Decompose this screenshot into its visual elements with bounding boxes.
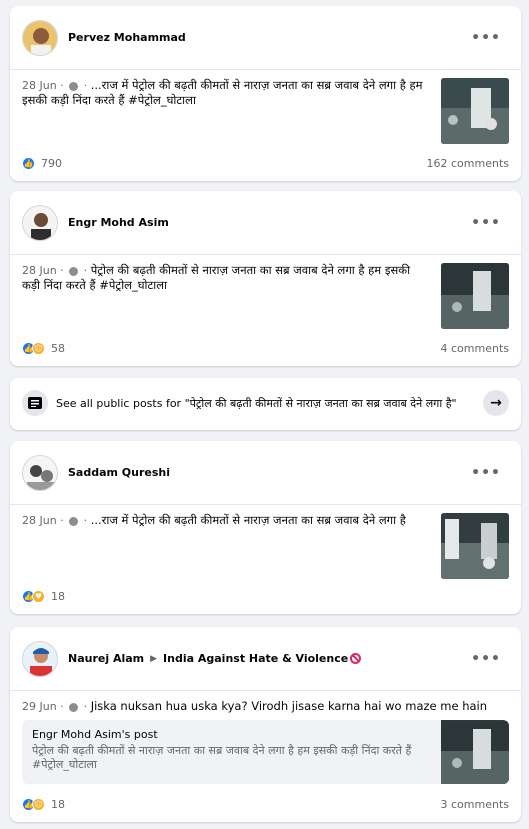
- post-footer: 👍 790 162 comments: [22, 155, 509, 171]
- shared-post[interactable]: Engr Mohd Asim's post पेट्रोल की बढ़ती क…: [22, 720, 509, 784]
- author-name[interactable]: Pervez Mohammad: [68, 31, 186, 44]
- more-options-icon[interactable]: •••: [471, 30, 501, 46]
- author-name[interactable]: Engr Mohd Asim: [68, 216, 169, 229]
- globe-icon: [69, 516, 79, 526]
- video-thumbnail[interactable]: [441, 720, 509, 784]
- reaction-icons[interactable]: 👍 ♥: [22, 589, 45, 603]
- like-reaction-icon: 👍: [22, 156, 35, 170]
- see-all-card[interactable]: See all public posts for "पेट्रोल की बढ़…: [10, 378, 521, 430]
- post-date[interactable]: 28 Jun: [22, 79, 57, 92]
- video-thumbnail[interactable]: [441, 78, 509, 144]
- prohibited-icon: [350, 653, 362, 664]
- shared-post-title[interactable]: Engr Mohd Asim's post: [32, 728, 429, 741]
- post-header: Pervez Mohammad •••: [10, 6, 521, 70]
- see-all-text[interactable]: See all public posts for "पेट्रोल की बढ़…: [56, 396, 457, 411]
- reaction-icons[interactable]: 👍: [22, 156, 35, 170]
- post-card: Pervez Mohammad ••• 28 Jun · · ...राज मे…: [10, 6, 521, 181]
- avatar[interactable]: [22, 454, 58, 491]
- see-all-row[interactable]: See all public posts for "पेट्रोल की बढ़…: [10, 378, 521, 428]
- post-meta: 28 Jun · · पेट्रोल की बढ़ती कीमतों से ना…: [22, 263, 411, 292]
- post-header: Naurej Alam ▶ India Against Hate & Viole…: [10, 627, 521, 691]
- group-name[interactable]: India Against Hate & Violence: [163, 652, 348, 665]
- sad-reaction-icon: ☹: [32, 341, 45, 355]
- reaction-count[interactable]: 18: [51, 798, 65, 811]
- comment-count[interactable]: 162 comments: [427, 157, 509, 170]
- post-text: पेट्रोल की बढ़ती कीमतों से नाराज़ जनता क…: [22, 263, 411, 292]
- avatar[interactable]: [22, 640, 58, 677]
- reaction-count[interactable]: 18: [51, 590, 65, 603]
- post-meta: 28 Jun · · ...राज में पेट्रोल की बढ़ती क…: [22, 78, 423, 107]
- globe-icon: [69, 266, 79, 276]
- post-footer: 👍 ☹ 58 4 comments: [22, 340, 509, 356]
- video-thumbnail[interactable]: [441, 513, 509, 579]
- globe-icon: [69, 702, 79, 712]
- more-options-icon[interactable]: •••: [471, 465, 501, 481]
- post-body: 29 Jun · · Jiska nuksan hua uska kya? Vi…: [10, 691, 521, 784]
- reaction-icons[interactable]: 👍 ☹: [22, 797, 45, 811]
- post-card: Naurej Alam ▶ India Against Hate & Viole…: [10, 627, 521, 822]
- post-meta: 29 Jun · · Jiska nuksan hua uska kya? Vi…: [22, 699, 488, 713]
- post-footer: 👍 ♥ 18: [22, 588, 509, 604]
- shared-post-text: पेट्रोल की बढ़ती कीमतों से नाराज़ जनता क…: [32, 744, 412, 771]
- post-meta: 28 Jun · · ...राज में पेट्रोल की बढ़ती क…: [22, 513, 406, 527]
- post-header: Engr Mohd Asim •••: [10, 191, 521, 255]
- globe-icon: [69, 81, 79, 91]
- comment-count[interactable]: 3 comments: [441, 798, 510, 811]
- reaction-count[interactable]: 58: [51, 342, 65, 355]
- arrow-right-icon: ▶: [150, 653, 158, 664]
- post-body: 28 Jun · · पेट्रोल की बढ़ती कीमतों से ना…: [10, 255, 521, 329]
- post-text: ...राज में पेट्रोल की बढ़ती कीमतों से ना…: [22, 78, 423, 107]
- post-card: Engr Mohd Asim ••• 28 Jun · · पेट्रोल की…: [10, 191, 521, 366]
- more-options-icon[interactable]: •••: [471, 215, 501, 231]
- more-options-icon[interactable]: •••: [471, 651, 501, 667]
- sad-reaction-icon: ☹: [32, 797, 45, 811]
- post-footer: 👍 ☹ 18 3 comments: [22, 796, 509, 812]
- avatar[interactable]: [22, 19, 58, 56]
- avatar[interactable]: [22, 204, 58, 241]
- care-reaction-icon: ♥: [32, 589, 45, 603]
- post-text: Jiska nuksan hua uska kya? Virodh jisase…: [90, 699, 488, 713]
- posts-list-icon: [22, 390, 48, 416]
- video-thumbnail[interactable]: [441, 263, 509, 329]
- post-date[interactable]: 28 Jun: [22, 264, 57, 277]
- arrow-right-icon[interactable]: →: [483, 390, 509, 416]
- post-text: ...राज में पेट्रोल की बढ़ती कीमतों से ना…: [90, 513, 406, 527]
- reaction-icons[interactable]: 👍 ☹: [22, 341, 45, 355]
- post-body: 28 Jun · · ...राज में पेट्रोल की बढ़ती क…: [10, 70, 521, 144]
- post-header: Saddam Qureshi •••: [10, 441, 521, 505]
- comment-count[interactable]: 4 comments: [441, 342, 510, 355]
- post-date[interactable]: 28 Jun: [22, 514, 57, 527]
- author-name[interactable]: Naurej Alam: [68, 652, 144, 665]
- author-name[interactable]: Saddam Qureshi: [68, 466, 170, 479]
- post-date[interactable]: 29 Jun: [22, 700, 57, 713]
- post-body: 28 Jun · · ...राज में पेट्रोल की बढ़ती क…: [10, 505, 521, 579]
- post-card: Saddam Qureshi ••• 28 Jun · · ...राज में…: [10, 441, 521, 614]
- reaction-count[interactable]: 790: [41, 157, 62, 170]
